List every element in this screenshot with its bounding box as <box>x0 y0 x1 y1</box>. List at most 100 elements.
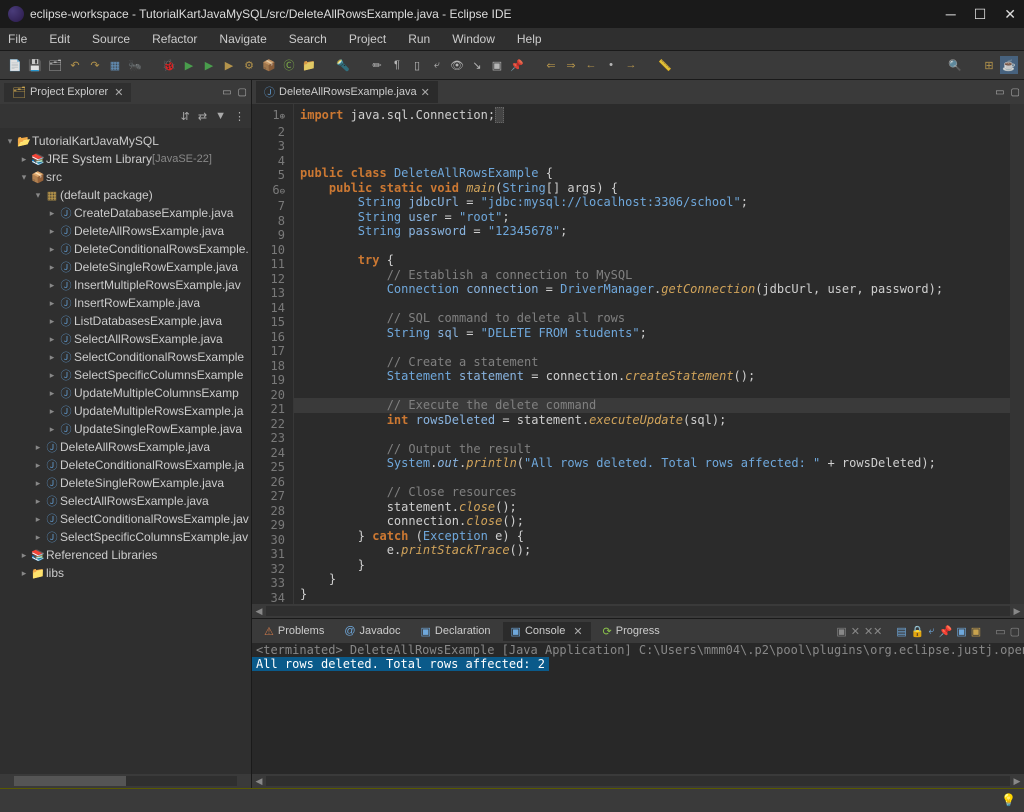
clear-icon[interactable]: ▤ <box>896 625 906 638</box>
tree-item[interactable]: ▸ⒿInsertMultipleRowsExample.jav <box>4 276 251 294</box>
tree-item[interactable]: ▸ⒿUpdateMultipleRowsExample.ja <box>4 402 251 420</box>
tree-item[interactable]: ▾📂TutorialKartJavaMySQL <box>4 132 251 150</box>
code-area[interactable]: import java.sql.Connection; public class… <box>294 104 1010 604</box>
hide-icon[interactable]: 👁 <box>448 56 466 74</box>
console-output[interactable]: <terminated> DeleteAllRowsExample [Java … <box>252 643 1024 774</box>
scroll-lock-icon[interactable]: 🔒 <box>911 625 925 638</box>
block-icon[interactable]: ▯ <box>408 56 426 74</box>
toggle-icon[interactable]: ▦ <box>106 56 124 74</box>
editor-tab-active[interactable]: Ⓙ DeleteAllRowsExample.java ✕ <box>256 81 438 103</box>
tree-item[interactable]: ▸📚Referenced Libraries <box>4 546 251 564</box>
menu-run[interactable]: Run <box>408 32 430 46</box>
menu-search[interactable]: Search <box>289 32 327 46</box>
tree-item[interactable]: ▸📁libs <box>4 564 251 582</box>
new-pkg-icon[interactable]: 📦 <box>260 56 278 74</box>
close-button[interactable]: ✕ <box>1004 6 1016 23</box>
menu-refactor[interactable]: Refactor <box>152 32 197 46</box>
collapse-all-icon[interactable]: ⇵ <box>181 110 190 123</box>
tree-item[interactable]: ▸ⒿSelectAllRowsExample.java <box>4 330 251 348</box>
persp-java-icon[interactable]: ☕ <box>1000 56 1018 74</box>
minimize-editor-icon[interactable]: ▭ <box>995 87 1004 98</box>
ruler-icon[interactable]: 📏 <box>656 56 674 74</box>
prev-ann-icon[interactable]: ⇐ <box>542 56 560 74</box>
explorer-hscroll[interactable] <box>0 774 251 788</box>
tree-item[interactable]: ▸ⒿDeleteSingleRowExample.java <box>4 258 251 276</box>
tree-item[interactable]: ▸ⒿUpdateSingleRowExample.java <box>4 420 251 438</box>
next-ann-icon[interactable]: ⇒ <box>562 56 580 74</box>
wrap-icon[interactable]: ⤶ <box>428 56 446 74</box>
tip-icon[interactable]: 💡 <box>1001 793 1016 807</box>
menu-source[interactable]: Source <box>92 32 130 46</box>
run-icon[interactable]: ▶ <box>180 56 198 74</box>
menu-project[interactable]: Project <box>349 32 386 46</box>
link-editor-icon[interactable]: ⇄ <box>198 110 207 123</box>
overview-ruler[interactable] <box>1010 104 1024 604</box>
new-class-icon[interactable]: Ⓒ <box>280 56 298 74</box>
mark-icon[interactable]: ✏ <box>368 56 386 74</box>
tree-item[interactable]: ▸ⒿSelectAllRowsExample.java <box>4 492 251 510</box>
max-icon[interactable]: ▢ <box>1010 625 1020 638</box>
tab-declaration[interactable]: ▣Declaration <box>413 622 499 641</box>
runlast-icon[interactable]: ▶ <box>220 56 238 74</box>
tree-item[interactable]: ▸ⒿInsertRowExample.java <box>4 294 251 312</box>
tree-item[interactable]: ▸ⒿSelectConditionalRowsExample.jav <box>4 510 251 528</box>
undo-icon[interactable]: ↶ <box>66 56 84 74</box>
editor-body[interactable]: 1⊕23456⊖78910111213141516171819202122232… <box>252 104 1024 604</box>
tab-javadoc[interactable]: @Javadoc <box>336 622 408 640</box>
scroll-right-icon[interactable]: ▶ <box>1010 606 1024 617</box>
scroll-left-icon[interactable]: ◀ <box>252 776 266 787</box>
last-edit-icon[interactable]: • <box>602 56 620 74</box>
menu-help[interactable]: Help <box>517 32 542 46</box>
qsearch-icon[interactable]: 🔍 <box>946 56 964 74</box>
display-icon[interactable]: ▣ <box>956 625 966 638</box>
open-console-icon[interactable]: ▣ <box>971 625 981 638</box>
tree-item[interactable]: ▸ⒿSelectConditionalRowsExample <box>4 348 251 366</box>
fwd-icon[interactable]: → <box>622 56 640 74</box>
maximize-editor-icon[interactable]: ▢ <box>1011 87 1020 98</box>
maximize-button[interactable]: ☐ <box>974 6 987 23</box>
minimize-panel-icon[interactable]: ▭ <box>222 87 231 98</box>
tree-item[interactable]: ▸ⒿCreateDatabaseExample.java <box>4 204 251 222</box>
back-icon[interactable]: ← <box>582 56 600 74</box>
close-icon[interactable]: ✕ <box>114 86 123 99</box>
scroll-left-icon[interactable]: ◀ <box>252 606 266 617</box>
terminate-icon[interactable]: ▣ <box>836 625 846 638</box>
saveall-icon[interactable]: 🗂 <box>46 56 64 74</box>
close-icon[interactable]: ✕ <box>421 86 430 99</box>
tab-console[interactable]: ▣Console✕ <box>503 622 591 641</box>
editor-hscroll[interactable]: ◀ ▶ <box>252 604 1024 618</box>
tree-item[interactable]: ▾📦src <box>4 168 251 186</box>
tree-item[interactable]: ▸📚JRE System Library [JavaSE-22] <box>4 150 251 168</box>
persp-open-icon[interactable]: ⊞ <box>980 56 998 74</box>
search-icon[interactable]: 🔦 <box>334 56 352 74</box>
step-icon[interactable]: ↘ <box>468 56 486 74</box>
pin-icon[interactable]: 📌 <box>939 625 953 638</box>
close-icon[interactable]: ✕ <box>573 625 582 638</box>
term-icon[interactable]: ▣ <box>488 56 506 74</box>
open-type-icon[interactable]: 📁 <box>300 56 318 74</box>
tree-item[interactable]: ▸ⒿDeleteSingleRowExample.java <box>4 474 251 492</box>
redo-icon[interactable]: ↷ <box>86 56 104 74</box>
maximize-panel-icon[interactable]: ▢ <box>238 87 247 98</box>
pin-icon[interactable]: 📌 <box>508 56 526 74</box>
whitespace-icon[interactable]: ¶ <box>388 56 406 74</box>
filter-icon[interactable]: ▼ <box>215 110 226 122</box>
extern-tools-icon[interactable]: ⚙ <box>240 56 258 74</box>
menu-edit[interactable]: Edit <box>49 32 70 46</box>
tree-item[interactable]: ▸ⒿSelectSpecificColumnsExample.jav <box>4 528 251 546</box>
menu-navigate[interactable]: Navigate <box>219 32 266 46</box>
coverage-icon[interactable]: ▶ <box>200 56 218 74</box>
project-tree[interactable]: ▾📂TutorialKartJavaMySQL▸📚JRE System Libr… <box>0 128 251 774</box>
tree-item[interactable]: ▸ⒿSelectSpecificColumnsExample <box>4 366 251 384</box>
tree-item[interactable]: ▸ⒿDeleteConditionalRowsExample. <box>4 240 251 258</box>
tab-progress[interactable]: ⟳Progress <box>595 622 668 641</box>
console-hscroll[interactable]: ◀ ▶ <box>252 774 1024 788</box>
tree-item[interactable]: ▸ⒿListDatabasesExample.java <box>4 312 251 330</box>
view-menu-icon[interactable]: ⋮ <box>234 110 245 123</box>
tree-item[interactable]: ▸ⒿUpdateMultipleColumnsExamp <box>4 384 251 402</box>
save-icon[interactable]: 💾 <box>26 56 44 74</box>
tree-item[interactable]: ▸ⒿDeleteAllRowsExample.java <box>4 438 251 456</box>
remove-icon[interactable]: ✕ <box>851 625 860 638</box>
scroll-right-icon[interactable]: ▶ <box>1010 776 1024 787</box>
wrap-icon[interactable]: ⤶ <box>929 625 935 638</box>
